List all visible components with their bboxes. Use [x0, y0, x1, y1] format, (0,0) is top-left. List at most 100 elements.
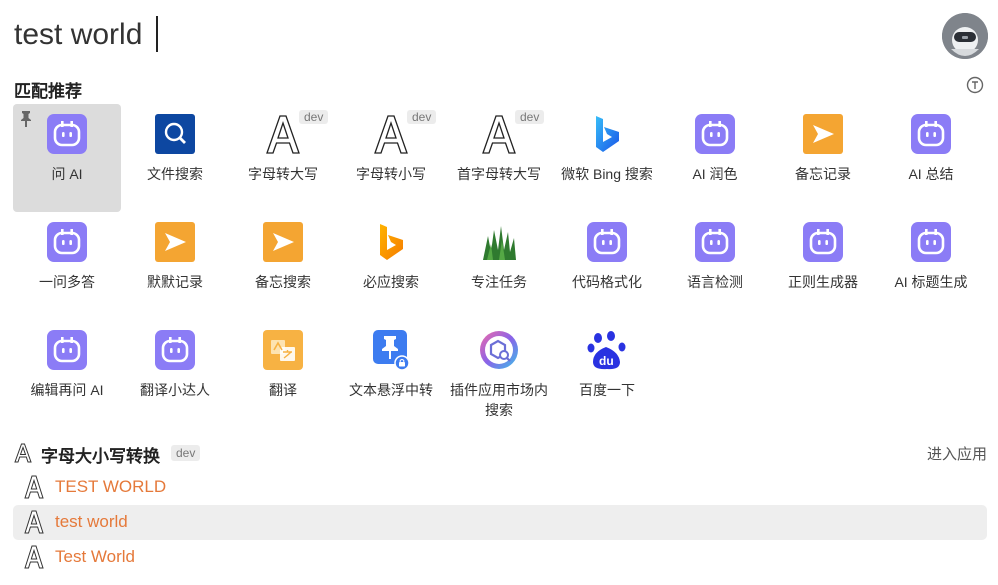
tile-label: 问 AI: [51, 166, 83, 182]
tile-label: 首字母转大写: [457, 166, 541, 182]
result-item[interactable]: TEST WORLD: [13, 470, 987, 505]
tile-silent-record[interactable]: 默默记录: [121, 212, 229, 320]
result-text: TEST WORLD: [55, 477, 167, 496]
tile-label: 语言检测: [687, 274, 743, 290]
letter-a-icon: [374, 115, 408, 154]
baidu-paw-icon: du: [587, 331, 626, 370]
user-avatar[interactable]: [942, 13, 988, 59]
letter-a-icon: [24, 475, 44, 499]
tile-label: 翻译小达人: [140, 382, 210, 398]
letter-a-icon: [266, 115, 300, 154]
tile-label: 专注任务: [471, 274, 527, 290]
dev-badge: dev: [171, 445, 201, 461]
robot-icon: [803, 222, 843, 262]
result-item[interactable]: test world: [13, 505, 987, 540]
tile-label: AI 总结: [908, 166, 954, 182]
dev-badge: dev: [407, 110, 437, 124]
enter-app-link[interactable]: 进入应用: [927, 443, 987, 464]
section-title: 匹配推荐: [14, 82, 82, 101]
tile-memo-search[interactable]: 备忘搜索: [229, 212, 337, 320]
pin-float-icon: [373, 330, 410, 370]
robot-icon: [695, 114, 735, 154]
tile-bing-search[interactable]: 微软 Bing 搜索: [553, 104, 661, 212]
tile-ai-summary[interactable]: AI 总结: [877, 104, 985, 212]
tile-regex-generator[interactable]: 正则生成器: [769, 212, 877, 320]
memo-icon: [263, 222, 303, 262]
tile-label: 默默记录: [147, 274, 203, 290]
tile-focus-task[interactable]: 专注任务: [445, 212, 553, 320]
memo-icon: [803, 114, 843, 154]
tile-plugin-market-search[interactable]: 插件应用市场内搜索: [445, 320, 553, 428]
tile-label: AI 润色: [692, 166, 738, 182]
search-input[interactable]: [14, 12, 914, 58]
svg-text:du: du: [599, 354, 614, 368]
grass-icon: [483, 226, 516, 260]
translate-icon: [263, 330, 303, 370]
tile-label: 必应搜索: [363, 274, 419, 290]
tile-biying-search[interactable]: 必应搜索: [337, 212, 445, 320]
file-search-icon: [155, 114, 195, 154]
tile-memo-record[interactable]: 备忘记录: [769, 104, 877, 212]
dev-badge: dev: [299, 110, 329, 124]
tile-label: 文本悬浮中转: [349, 382, 433, 398]
tile-label: 插件应用市场内搜索: [450, 382, 548, 418]
tile-label: 微软 Bing 搜索: [561, 166, 653, 182]
tile-label: 文件搜索: [147, 166, 203, 182]
robot-icon: [587, 222, 627, 262]
robot-icon: [911, 222, 951, 262]
text-caret: [156, 16, 158, 52]
memo-icon: [155, 222, 195, 262]
tile-label: 字母转大写: [248, 166, 318, 182]
tile-ai-polish[interactable]: AI 润色: [661, 104, 769, 212]
letter-a-icon: [482, 115, 516, 154]
tile-language-detect[interactable]: 语言检测: [661, 212, 769, 320]
tile-label: 代码格式化: [572, 274, 642, 290]
app-grid: 问 AI 文件搜索 dev 字母转大写 dev 字母转小写 dev 首字母转大写…: [13, 104, 987, 429]
tile-to-uppercase[interactable]: dev 字母转大写: [229, 104, 337, 212]
result-list: TEST WORLD test world Test World: [13, 470, 987, 575]
robot-icon: [47, 222, 87, 262]
letter-a-icon: [14, 443, 32, 463]
tile-label: 备忘记录: [795, 166, 851, 182]
tile-ask-ai[interactable]: 问 AI: [13, 104, 121, 212]
tile-ai-title[interactable]: AI 标题生成: [877, 212, 985, 320]
robot-icon: [911, 114, 951, 154]
tile-label: 字母转小写: [356, 166, 426, 182]
bing-icon: [596, 116, 619, 152]
tile-label: 百度一下: [579, 382, 635, 398]
tile-label: 备忘搜索: [255, 274, 311, 290]
tile-multi-answer[interactable]: 一问多答: [13, 212, 121, 320]
robot-icon: [155, 330, 195, 370]
tile-translate[interactable]: 翻译: [229, 320, 337, 428]
robot-icon: [695, 222, 735, 262]
pin-icon[interactable]: [19, 110, 33, 128]
search-bar: [0, 0, 998, 70]
tile-label: 正则生成器: [788, 274, 858, 290]
tile-capitalize[interactable]: dev 首字母转大写: [445, 104, 553, 212]
tile-baidu-search[interactable]: du 百度一下: [553, 320, 661, 428]
tile-file-search[interactable]: 文件搜索: [121, 104, 229, 212]
dev-badge: dev: [515, 110, 545, 124]
letter-a-icon: [24, 545, 44, 569]
tile-label: 一问多答: [39, 274, 95, 290]
tile-to-lowercase[interactable]: dev 字母转小写: [337, 104, 445, 212]
tile-code-format[interactable]: 代码格式化: [553, 212, 661, 320]
robot-icon: [47, 330, 87, 370]
plugin-market-icon: [480, 331, 518, 369]
tile-label: 翻译: [269, 382, 297, 398]
tile-label: 编辑再问 AI: [30, 382, 104, 398]
result-section-header: 字母大小写转换 dev 进入应用: [13, 441, 987, 466]
robot-avatar-icon: [942, 13, 988, 59]
bing-icon: [380, 224, 403, 260]
tile-translate-expert[interactable]: 翻译小达人: [121, 320, 229, 428]
letter-a-icon: [24, 510, 44, 534]
result-text: Test World: [55, 547, 135, 566]
tile-text-float[interactable]: 文本悬浮中转: [337, 320, 445, 428]
result-item[interactable]: Test World: [13, 540, 987, 575]
result-section-title: 字母大小写转换: [41, 447, 160, 466]
text-help-icon[interactable]: [966, 76, 984, 94]
robot-icon: [47, 114, 87, 154]
tile-edit-ask-ai[interactable]: 编辑再问 AI: [13, 320, 121, 428]
tile-label: AI 标题生成: [894, 274, 968, 290]
result-text: test world: [55, 512, 128, 531]
